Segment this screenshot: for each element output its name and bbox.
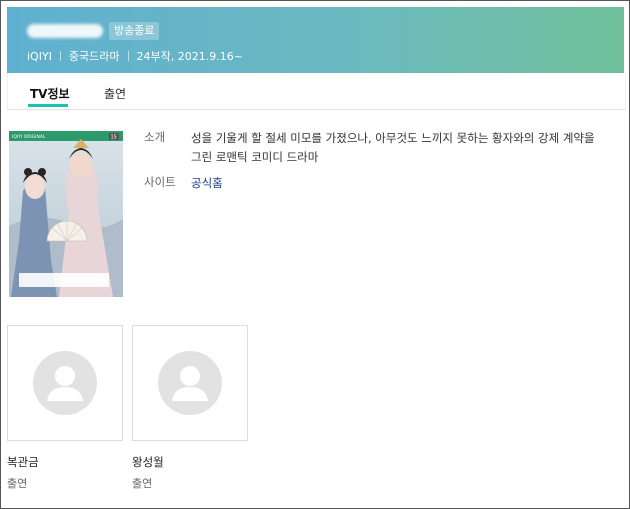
drama-poster[interactable]: IQIYI ORIGINAL 15 — [9, 131, 123, 297]
tab-tv-info[interactable]: TV정보 — [30, 85, 70, 102]
intro-row: 소개 성을 기울게 할 절세 미모를 가졌으나, 아무것도 느끼지 못하는 황자… — [144, 129, 601, 167]
meta-divider — [59, 51, 61, 61]
program-meta: iQIYI 중국드라마 24부작, 2021.9.16~ — [27, 48, 243, 64]
poster-badge-text: IQIYI ORIGINAL — [12, 134, 46, 140]
person-placeholder-icon — [158, 351, 222, 415]
poster-illustration: IQIYI ORIGINAL 15 — [9, 131, 123, 297]
program-title-row: 방송종료 — [27, 20, 160, 42]
episodes-date-label: 24부작, 2021.9.16~ — [136, 50, 243, 63]
cast-role: 출연 — [7, 477, 28, 490]
genre-label: 중국드라마 — [68, 50, 120, 63]
intro-label: 소개 — [144, 130, 166, 144]
cast-card[interactable]: 복관금 출연 — [7, 325, 123, 491]
site-label: 사이트 — [144, 175, 176, 189]
cast-card[interactable]: 왕성월 출연 — [132, 325, 248, 491]
platform-label: iQIYI — [27, 49, 52, 63]
site-row: 사이트 공식홈 — [144, 174, 601, 193]
active-tab-indicator — [28, 104, 68, 107]
cast-name[interactable]: 복관금 — [7, 454, 123, 470]
meta-divider — [127, 51, 129, 61]
intro-text: 성을 기울게 할 절세 미모를 가졌으나, 아무것도 느끼지 못하는 황자와의 … — [191, 131, 595, 164]
official-site-link[interactable]: 공식홈 — [191, 174, 601, 193]
person-placeholder-icon — [33, 351, 97, 415]
cast-name[interactable]: 왕성월 — [132, 454, 248, 470]
program-title-redacted — [27, 24, 103, 38]
page-frame: 방송종료 iQIYI 중국드라마 24부작, 2021.9.16~ TV정보 출… — [0, 0, 630, 509]
cast-role: 출연 — [132, 477, 153, 490]
cast-photo-placeholder[interactable] — [132, 325, 248, 441]
poster-age-rating: 15 — [111, 135, 117, 141]
program-info: 소개 성을 기울게 할 절세 미모를 가졌으나, 아무것도 느끼지 못하는 황자… — [144, 129, 601, 200]
tab-cast[interactable]: 출연 — [104, 85, 126, 102]
status-badge: 방송종료 — [109, 22, 160, 40]
cast-photo-placeholder[interactable] — [7, 325, 123, 441]
program-header-banner: 방송종료 iQIYI 중국드라마 24부작, 2021.9.16~ — [7, 7, 624, 73]
tab-bar: TV정보 출연 — [7, 73, 626, 110]
